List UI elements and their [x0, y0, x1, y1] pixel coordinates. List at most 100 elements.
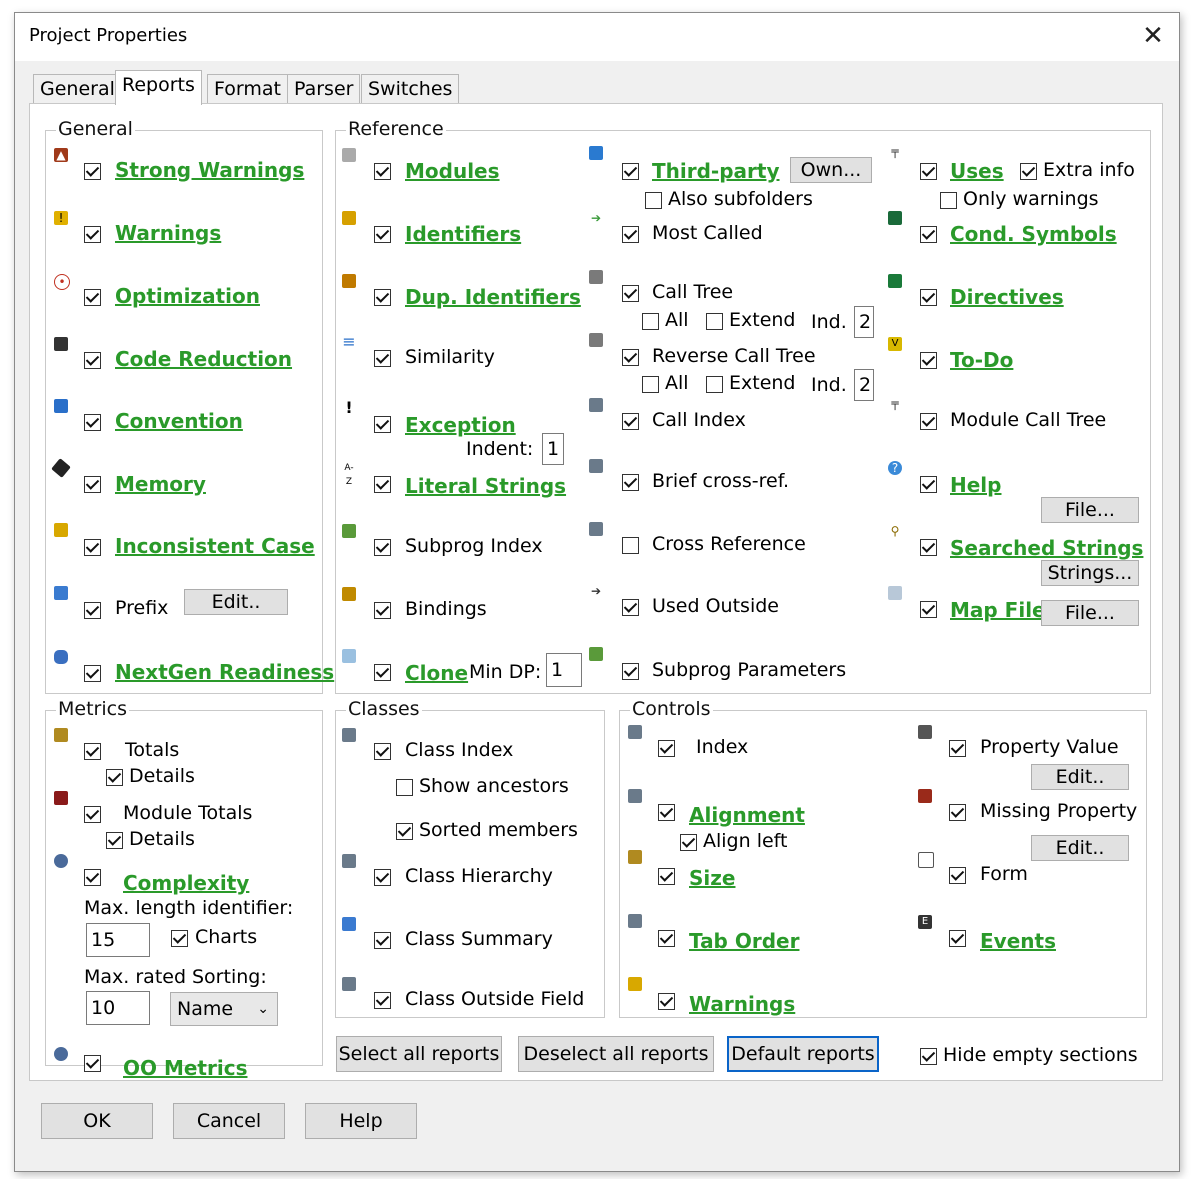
prefix-checkbox[interactable]: [84, 602, 101, 619]
max-length-input[interactable]: 15: [86, 923, 150, 957]
default-reports-button[interactable]: Default reports: [727, 1036, 879, 1072]
show-ancestors-checkbox[interactable]: [396, 779, 413, 796]
events-checkbox[interactable]: [949, 930, 966, 947]
tab-reports[interactable]: Reports: [115, 70, 202, 105]
complexity-checkbox[interactable]: [84, 869, 101, 886]
memory-link[interactable]: Memory: [115, 472, 206, 496]
call-tree-checkbox[interactable]: [622, 285, 639, 302]
uses-checkbox[interactable]: [920, 163, 937, 180]
dup-identifiers-link[interactable]: Dup. Identifiers: [405, 285, 581, 309]
third-party-checkbox[interactable]: [622, 163, 639, 180]
form-checkbox[interactable]: [949, 867, 966, 884]
nextgen-readiness-checkbox[interactable]: [84, 665, 101, 682]
events-link[interactable]: Events: [980, 929, 1056, 953]
class-hierarchy-checkbox[interactable]: [374, 869, 391, 886]
most-called-checkbox[interactable]: [622, 226, 639, 243]
oo-metrics-checkbox[interactable]: [84, 1055, 101, 1072]
hide-empty-sections-checkbox[interactable]: [920, 1048, 937, 1065]
charts-checkbox[interactable]: [171, 930, 188, 947]
searched-strings-checkbox[interactable]: [920, 539, 937, 556]
strong-warnings-checkbox[interactable]: [84, 163, 101, 180]
convention-checkbox[interactable]: [84, 414, 101, 431]
tab-parser[interactable]: Parser: [287, 74, 361, 103]
tab-switches[interactable]: Switches: [361, 74, 460, 103]
alignment-checkbox[interactable]: [658, 804, 675, 821]
align-left-checkbox[interactable]: [680, 834, 697, 851]
brief-cross-ref-checkbox[interactable]: [622, 474, 639, 491]
close-icon[interactable]: ✕: [1135, 19, 1171, 55]
literal-strings-checkbox[interactable]: [374, 476, 391, 493]
convention-link[interactable]: Convention: [115, 409, 243, 433]
module-totals-checkbox[interactable]: [84, 806, 101, 823]
map-file-button[interactable]: File...: [1041, 600, 1139, 626]
module-call-tree-checkbox[interactable]: [920, 413, 937, 430]
class-index-checkbox[interactable]: [374, 743, 391, 760]
optimization-link[interactable]: Optimization: [115, 284, 260, 308]
memory-checkbox[interactable]: [84, 476, 101, 493]
cross-reference-checkbox[interactable]: [622, 537, 639, 554]
strings-button[interactable]: Strings...: [1041, 560, 1139, 586]
sorted-members-checkbox[interactable]: [396, 823, 413, 840]
literal-strings-link[interactable]: Literal Strings: [405, 474, 566, 498]
missing-property-checkbox[interactable]: [949, 804, 966, 821]
reverse-call-tree-extend-checkbox[interactable]: [706, 376, 723, 393]
cancel-button[interactable]: Cancel: [173, 1103, 285, 1139]
cond-symbols-checkbox[interactable]: [920, 226, 937, 243]
code-reduction-checkbox[interactable]: [84, 352, 101, 369]
call-tree-ind-input[interactable]: 2: [854, 306, 874, 338]
nextgen-readiness-link[interactable]: NextGen Readiness: [115, 660, 334, 684]
control-warnings-checkbox[interactable]: [658, 993, 675, 1010]
warnings-link[interactable]: Warnings: [115, 221, 221, 245]
uses-link[interactable]: Uses: [950, 159, 1004, 183]
also-subfolders-checkbox[interactable]: [645, 192, 662, 209]
subprog-parameters-checkbox[interactable]: [622, 663, 639, 680]
call-tree-extend-checkbox[interactable]: [706, 313, 723, 330]
subprog-index-checkbox[interactable]: [374, 539, 391, 556]
todo-link[interactable]: To-Do: [950, 348, 1013, 372]
help-button[interactable]: Help: [305, 1103, 417, 1139]
directives-link[interactable]: Directives: [950, 285, 1064, 309]
used-outside-checkbox[interactable]: [622, 599, 639, 616]
control-index-checkbox[interactable]: [658, 740, 675, 757]
cond-symbols-link[interactable]: Cond. Symbols: [950, 222, 1117, 246]
exception-checkbox[interactable]: [374, 416, 391, 433]
min-dp-input[interactable]: 1: [546, 653, 582, 687]
extra-info-checkbox[interactable]: [1020, 163, 1037, 180]
optimization-checkbox[interactable]: [84, 289, 101, 306]
tab-format[interactable]: Format: [207, 74, 288, 103]
help-checkbox[interactable]: [920, 476, 937, 493]
module-totals-details-checkbox[interactable]: [106, 832, 123, 849]
prefix-edit-button[interactable]: Edit..: [184, 589, 288, 615]
strong-warnings-link[interactable]: Strong Warnings: [115, 158, 304, 182]
tab-general[interactable]: General: [33, 74, 122, 103]
identifiers-checkbox[interactable]: [374, 226, 391, 243]
select-all-reports-button[interactable]: Select all reports: [336, 1036, 502, 1072]
ok-button[interactable]: OK: [41, 1103, 153, 1139]
alignment-link[interactable]: Alignment: [689, 803, 805, 827]
reverse-call-tree-checkbox[interactable]: [622, 349, 639, 366]
third-party-link[interactable]: Third-party: [652, 159, 780, 183]
dup-identifiers-checkbox[interactable]: [374, 289, 391, 306]
own-button[interactable]: Own...: [790, 157, 872, 183]
tab-order-link[interactable]: Tab Order: [689, 929, 799, 953]
call-index-checkbox[interactable]: [622, 413, 639, 430]
only-warnings-checkbox[interactable]: [940, 192, 957, 209]
modules-link[interactable]: Modules: [405, 159, 500, 183]
class-outside-field-checkbox[interactable]: [374, 992, 391, 1009]
inconsistent-case-checkbox[interactable]: [84, 539, 101, 556]
size-link[interactable]: Size: [689, 866, 735, 890]
warnings-checkbox[interactable]: [84, 226, 101, 243]
searched-strings-link[interactable]: Searched Strings: [950, 536, 1143, 560]
directives-checkbox[interactable]: [920, 289, 937, 306]
missing-property-edit-button[interactable]: Edit..: [1031, 835, 1129, 861]
code-reduction-link[interactable]: Code Reduction: [115, 347, 292, 371]
help-link[interactable]: Help: [950, 473, 1001, 497]
complexity-link[interactable]: Complexity: [123, 871, 249, 895]
size-checkbox[interactable]: [658, 868, 675, 885]
control-warnings-link[interactable]: Warnings: [689, 992, 795, 1016]
call-tree-all-checkbox[interactable]: [642, 313, 659, 330]
tab-order-checkbox[interactable]: [658, 930, 675, 947]
map-file-checkbox[interactable]: [920, 601, 937, 618]
identifiers-link[interactable]: Identifiers: [405, 222, 521, 246]
similarity-checkbox[interactable]: [374, 350, 391, 367]
